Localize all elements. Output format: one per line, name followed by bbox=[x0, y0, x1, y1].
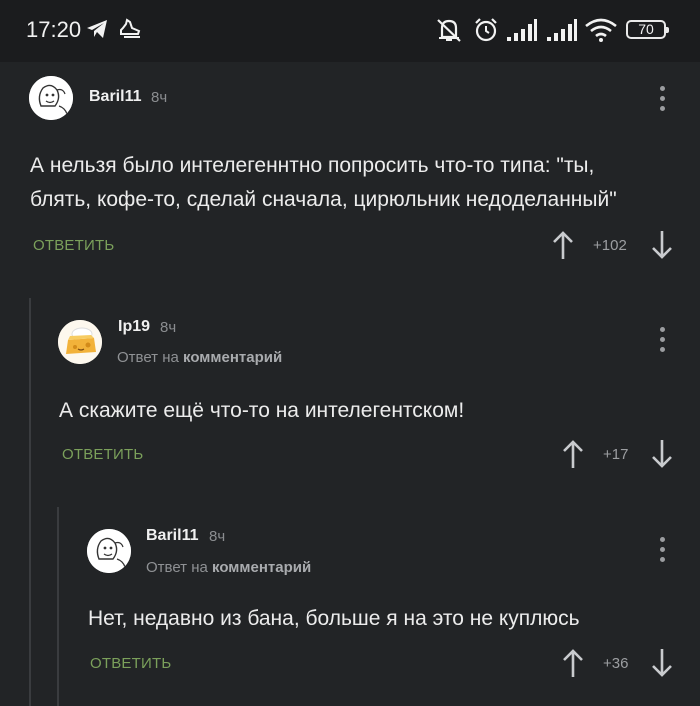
upvote-icon[interactable] bbox=[562, 648, 584, 683]
battery-icon: 70 bbox=[626, 20, 669, 39]
username[interactable]: Ip19 bbox=[118, 318, 150, 336]
comment-time: 8ч bbox=[160, 319, 177, 336]
reply-to-link[interactable]: комментарий bbox=[212, 559, 311, 576]
signal-icon bbox=[546, 19, 578, 46]
comment-text: А скажите ещё что-то на интелегентском! bbox=[59, 394, 464, 428]
avatar[interactable] bbox=[87, 529, 131, 573]
reply-to-prefix: Ответ на bbox=[146, 559, 208, 576]
sketch-avatar-icon bbox=[87, 529, 131, 573]
downvote-icon[interactable] bbox=[651, 439, 673, 474]
avatar[interactable] bbox=[58, 320, 102, 364]
downvote-icon[interactable] bbox=[651, 648, 673, 683]
comment-text: А нельзя было интелегеннтно попросить чт… bbox=[30, 149, 617, 217]
status-time: 17:20 bbox=[26, 17, 82, 42]
reply-to-link[interactable]: комментарий bbox=[183, 349, 282, 366]
comment-time: 8ч bbox=[151, 89, 168, 106]
username[interactable]: Baril11 bbox=[146, 527, 198, 545]
sketch-avatar-icon bbox=[29, 76, 73, 120]
reply-to-prefix: Ответ на bbox=[117, 349, 179, 366]
comment-text-line: блять, кофе-то, сделай сначала, цирюльни… bbox=[30, 188, 617, 211]
comment-text-line: А скажите ещё что-то на интелегентском! bbox=[59, 399, 465, 422]
upvote-icon[interactable] bbox=[562, 439, 584, 474]
avatar[interactable] bbox=[29, 76, 73, 120]
comment-score: +36 bbox=[603, 655, 629, 672]
comment-time: 8ч bbox=[209, 528, 226, 545]
username[interactable]: Baril11 bbox=[89, 88, 141, 106]
comment-text: Нет, недавно из бана, больше я на это не… bbox=[88, 602, 580, 636]
reply-to-label: Ответ на комментарий bbox=[117, 349, 282, 366]
wifi-icon bbox=[584, 18, 618, 47]
downvote-icon[interactable] bbox=[651, 230, 673, 265]
more-options-icon[interactable] bbox=[657, 537, 667, 563]
shoe-icon bbox=[118, 16, 142, 45]
reply-button[interactable]: ОТВЕТИТЬ bbox=[90, 655, 171, 672]
comment-text-line: А нельзя было интелегеннтно попросить чт… bbox=[30, 154, 595, 177]
comment-score: +102 bbox=[593, 237, 627, 254]
thread-line bbox=[57, 507, 59, 706]
reply-button[interactable]: ОТВЕТИТЬ bbox=[33, 237, 114, 254]
alarm-icon bbox=[472, 16, 500, 49]
telegram-icon bbox=[86, 19, 108, 44]
more-options-icon[interactable] bbox=[657, 86, 667, 112]
mute-icon bbox=[434, 17, 464, 48]
cheese-avatar-icon bbox=[58, 320, 102, 364]
battery-level: 70 bbox=[638, 21, 654, 37]
upvote-icon[interactable] bbox=[552, 230, 574, 265]
signal-icon bbox=[506, 19, 538, 46]
thread-line bbox=[29, 298, 31, 706]
reply-button[interactable]: ОТВЕТИТЬ bbox=[62, 446, 143, 463]
comment-text-line: Нет, недавно из бана, больше я на это не… bbox=[88, 607, 580, 630]
status-bar: 17:20 70 bbox=[0, 0, 700, 62]
more-options-icon[interactable] bbox=[657, 327, 667, 353]
comment-score: +17 bbox=[603, 446, 629, 463]
reply-to-label: Ответ на комментарий bbox=[146, 559, 311, 576]
